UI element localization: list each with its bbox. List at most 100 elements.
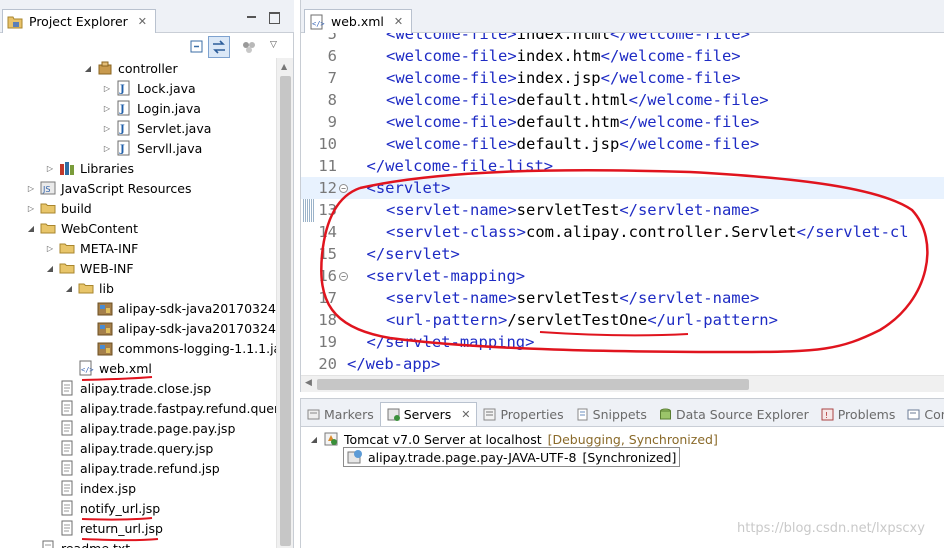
editor-text-area[interactable]: 5 <welcome-file>index.html</welcome-file>… <box>301 33 944 375</box>
module-row[interactable]: alipay.trade.page.pay-JAVA-UTF-8 [Synchr… <box>343 447 681 467</box>
collapsed-icon[interactable]: ▷ <box>102 123 112 133</box>
code-line[interactable]: 7 <welcome-file>index.jsp</welcome-file> <box>301 67 944 89</box>
tab-servers[interactable]: Servers ✕ <box>379 402 478 426</box>
code-line[interactable]: 12− <servlet> <box>301 177 944 199</box>
tab-data-source-explorer[interactable]: Data Source Explorer <box>653 402 815 426</box>
tree-item[interactable]: </> web.xml <box>64 358 152 378</box>
code-text: <welcome-file>index.htm</welcome-file> <box>386 45 741 67</box>
tree-item[interactable]: ◢ controller <box>83 58 178 78</box>
project-explorer-tab[interactable]: Project Explorer ✕ <box>2 9 157 33</box>
tree-item[interactable]: alipay.trade.page.pay.jsp <box>45 418 235 438</box>
scrollbar-thumb[interactable] <box>317 379 749 390</box>
collapse-all-icon[interactable] <box>188 38 206 56</box>
tree-item[interactable]: ▷ J Lock.java <box>102 78 196 98</box>
code-line[interactable]: 15 </servlet> <box>301 243 944 265</box>
close-tab-icon[interactable]: ✕ <box>394 15 403 28</box>
tree-item-label: alipay.trade.refund.jsp <box>80 460 220 476</box>
tree-item[interactable]: ◢ WebContent <box>26 218 138 238</box>
code-line[interactable]: 10 <welcome-file>default.jsp</welcome-fil… <box>301 133 944 155</box>
editor-tab-web-xml[interactable]: </> web.xml ✕ <box>304 9 413 33</box>
tree-item-label: notify_url.jsp <box>80 500 161 516</box>
tree-item[interactable]: return_url.jsp <box>45 518 163 538</box>
expanded-icon[interactable]: ◢ <box>83 63 93 73</box>
maximize-icon[interactable] <box>268 12 280 24</box>
scrollbar-thumb[interactable] <box>280 76 291 546</box>
fold-toggle-icon[interactable]: − <box>339 272 348 281</box>
xml-tag: </welcome-file-list> <box>366 157 554 175</box>
tree-item[interactable]: ▷ Libraries <box>45 158 134 178</box>
editor-horizontal-scrollbar[interactable]: ◀ <box>301 375 944 392</box>
close-tab-icon[interactable]: ✕ <box>138 15 147 28</box>
expanded-icon[interactable]: ◢ <box>26 223 36 233</box>
expanded-icon[interactable]: ◢ <box>45 263 55 273</box>
tree-item[interactable]: ◢ lib <box>64 278 114 298</box>
code-line[interactable]: 18 <url-pattern>/servletTestOne</url-patt… <box>301 309 944 331</box>
tree-item[interactable]: alipay-sdk-java2017032418 <box>83 318 276 338</box>
svg-text:</>: </> <box>312 20 325 28</box>
tab-properties[interactable]: Properties <box>477 402 569 426</box>
tree-item[interactable]: ◢ WEB-INF <box>45 258 134 278</box>
collapsed-icon[interactable]: ▷ <box>26 183 36 193</box>
tree-item[interactable]: alipay.trade.refund.jsp <box>45 458 220 478</box>
collapsed-icon[interactable]: ▷ <box>102 103 112 113</box>
tree-item[interactable]: ▷ J Servlet.java <box>102 118 211 138</box>
tree-item[interactable]: ▷ build <box>26 198 92 218</box>
tree-item-label: index.jsp <box>80 480 137 496</box>
code-line[interactable]: 11 </welcome-file-list> <box>301 155 944 177</box>
tree-item[interactable]: alipay.trade.close.jsp <box>45 378 211 398</box>
code-line[interactable]: 17 <servlet-name>servletTest</servlet-nam… <box>301 287 944 309</box>
tab-label: Data Source Explorer <box>675 406 809 422</box>
tab-problems[interactable]: ! Problems <box>815 402 902 426</box>
code-line[interactable]: 6 <welcome-file>index.htm</welcome-file> <box>301 45 944 67</box>
minimize-icon[interactable] <box>246 12 258 22</box>
collapsed-icon[interactable]: ▷ <box>45 243 55 253</box>
tree-item[interactable]: readme.txt <box>26 538 130 548</box>
tree-item[interactable]: ▷ META-INF <box>45 238 138 258</box>
tree-item[interactable]: ▷ J Servll.java <box>102 138 202 158</box>
tree-item[interactable]: index.jsp <box>45 478 136 498</box>
project-explorer-scrollbar[interactable]: ▲ <box>276 58 293 548</box>
fold-toggle-icon[interactable]: − <box>339 184 348 193</box>
xml-tag: <welcome-file> <box>386 135 517 153</box>
code-line[interactable]: 19 </servlet-mapping> <box>301 331 944 353</box>
tab-label: Problems <box>837 406 896 422</box>
tree-item[interactable]: alipay.trade.fastpay.refund.query. <box>45 398 276 418</box>
expand-icon[interactable]: ◢ <box>309 434 319 444</box>
link-with-editor-icon[interactable] <box>208 36 230 58</box>
package-icon <box>98 61 112 75</box>
tree-item[interactable]: alipay.trade.query.jsp <box>45 438 213 458</box>
expanded-icon[interactable]: ◢ <box>64 283 74 293</box>
code-line[interactable]: 16− <servlet-mapping> <box>301 265 944 287</box>
tab-snippets[interactable]: Snippets <box>570 402 653 426</box>
server-row[interactable]: ◢ Tomcat v7.0 Server at localhost [Debug… <box>309 429 718 449</box>
xml-tag: </welcome-file> <box>600 69 741 87</box>
tab-console[interactable]: Console <box>901 402 944 426</box>
code-text: <servlet> <box>367 177 451 199</box>
tab-markers[interactable]: Markers <box>301 402 380 426</box>
focus-icon[interactable] <box>240 38 258 56</box>
tree-item[interactable]: alipay-sdk-java2017032418 <box>83 298 276 318</box>
tree-item[interactable]: commons-logging-1.1.1.jar <box>83 338 276 358</box>
collapsed-icon[interactable]: ▷ <box>102 83 112 93</box>
tree-item[interactable]: ▷ J Login.java <box>102 98 201 118</box>
code-line[interactable]: 14 <servlet-class>com.alipay.controller.S… <box>301 221 944 243</box>
collapsed-icon[interactable]: ▷ <box>102 143 112 153</box>
tree-item[interactable]: notify_url.jsp <box>45 498 160 518</box>
code-line[interactable]: 5 <welcome-file>index.html</welcome-file> <box>301 33 944 45</box>
collapsed-icon[interactable]: ▷ <box>45 163 55 173</box>
scroll-left-icon[interactable]: ◀ <box>305 378 312 388</box>
java-file-icon: J <box>117 140 130 156</box>
close-tab-icon[interactable]: ✕ <box>461 408 470 421</box>
view-menu-icon[interactable]: ▽ <box>270 40 288 58</box>
code-line[interactable]: 9 <welcome-file>default.htm</welcome-file… <box>301 111 944 133</box>
tree-item[interactable]: ▷ JS JavaScript Resources <box>26 178 192 198</box>
code-line[interactable]: 13 <servlet-name>servletTest</servlet-nam… <box>301 199 944 221</box>
collapsed-icon[interactable]: ▷ <box>26 203 36 213</box>
code-line[interactable]: 8 <welcome-file>default.html</welcome-fil… <box>301 89 944 111</box>
code-line[interactable]: 20 </web-app> <box>301 353 944 375</box>
module-item[interactable]: alipay.trade.page.pay-JAVA-UTF-8 [Synchr… <box>343 447 681 467</box>
scroll-up-icon[interactable]: ▲ <box>281 62 287 71</box>
svg-text:J: J <box>119 124 125 135</box>
xml-tag: <welcome-file> <box>386 91 517 109</box>
tree-item-label: build <box>61 200 92 216</box>
